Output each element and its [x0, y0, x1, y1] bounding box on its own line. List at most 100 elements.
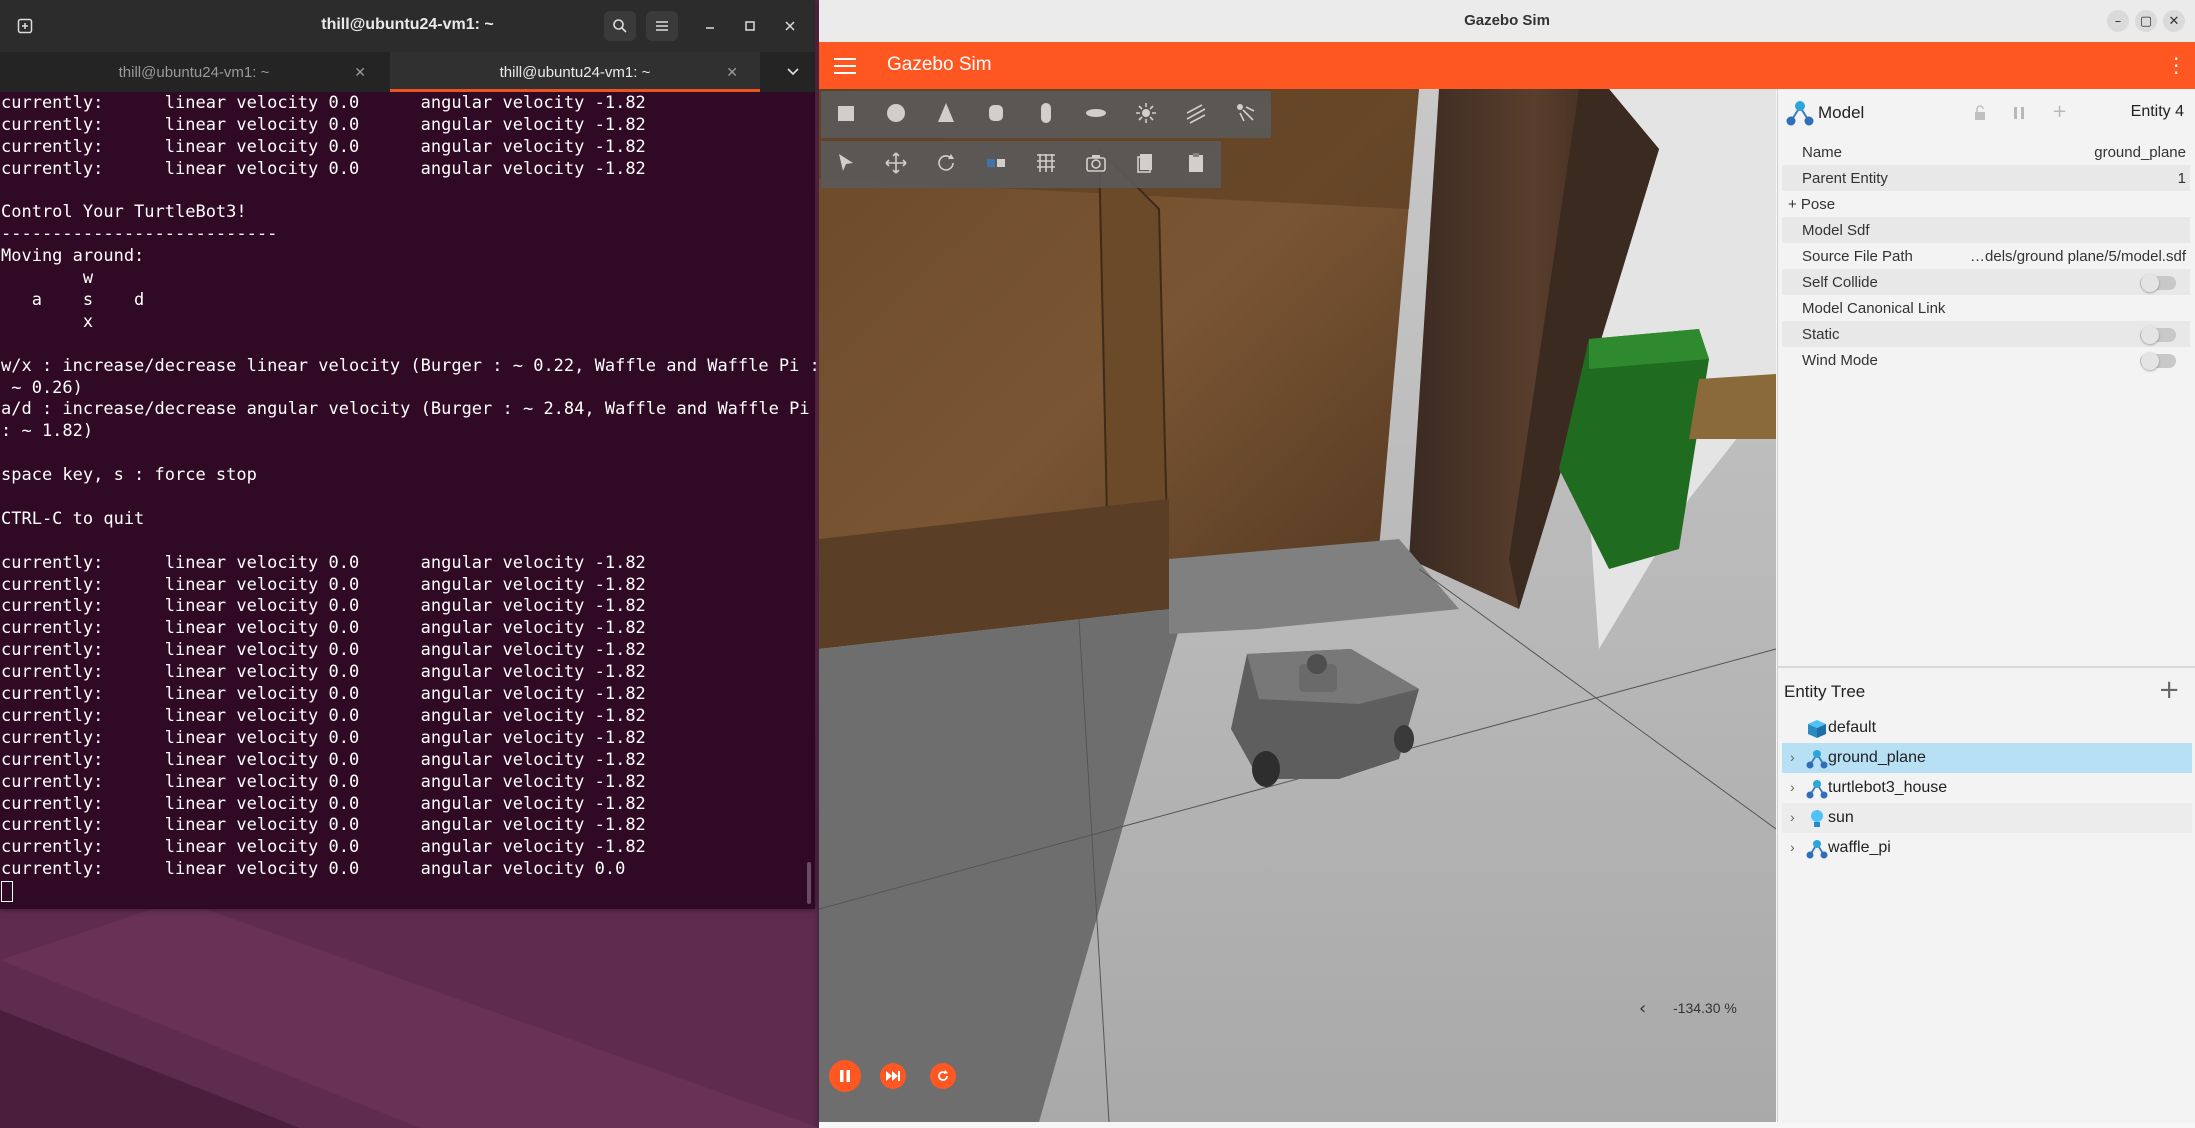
- rotate-button[interactable]: [921, 141, 971, 188]
- terminal-scrollbar[interactable]: [807, 862, 811, 904]
- screenshot-icon: [1084, 151, 1108, 179]
- property-key: Source File Path: [1802, 248, 1913, 265]
- terminal-line: currently: linear velocity 0.0 angular v…: [1, 158, 646, 179]
- property-row: Name ground_plane: [1782, 139, 2190, 165]
- add-icon[interactable]: +: [2052, 101, 2067, 122]
- gazebo-titlebar: Gazebo Sim – ▢ ✕: [819, 0, 2195, 43]
- tab-list-button[interactable]: [775, 52, 811, 92]
- search-button[interactable]: [604, 11, 636, 41]
- close-icon: ✕: [2168, 13, 2180, 29]
- cone-button[interactable]: [921, 91, 971, 138]
- hamburger-menu-button[interactable]: [834, 55, 856, 77]
- terminal-line: currently: linear velocity 0.0 angular v…: [1, 793, 646, 814]
- terminal-line: currently: linear velocity 0.0 angular v…: [1, 552, 646, 573]
- entity-tree-item-ground-plane[interactable]: › ground_plane: [1782, 743, 2192, 773]
- translate-button[interactable]: [871, 141, 921, 188]
- property-key: Parent Entity: [1802, 170, 1888, 187]
- entity-tree-item-sun[interactable]: › sun: [1782, 803, 2192, 833]
- property-value: …dels/ground plane/5/model.sdf: [1970, 248, 2186, 265]
- capsule-button[interactable]: [1021, 91, 1071, 138]
- property-key: + Pose: [1788, 196, 1836, 213]
- gz-minimize-button[interactable]: –: [2107, 10, 2129, 32]
- tab-close-icon[interactable]: ✕: [726, 64, 738, 81]
- model-icon: [1786, 101, 1814, 126]
- kebab-menu-icon[interactable]: · · ·: [2173, 49, 2179, 83]
- chevron-right-icon[interactable]: ›: [1790, 839, 1795, 855]
- terminal-output[interactable]: currently: linear velocity 0.0 angular v…: [0, 93, 820, 903]
- spot-light-icon: [1234, 101, 1258, 129]
- snap-icon: [984, 151, 1008, 179]
- property-row: Model Canonical Link: [1782, 295, 2190, 321]
- snap-button[interactable]: [971, 141, 1021, 188]
- minimize-button[interactable]: [694, 11, 726, 41]
- property-value: 1: [2177, 170, 2186, 187]
- capsule-icon: [1034, 101, 1058, 129]
- sphere-button[interactable]: [871, 91, 921, 138]
- tab-close-icon[interactable]: ✕: [354, 64, 366, 81]
- terminal-tab-1[interactable]: thill@ubuntu24-vm1: ~ ✕: [0, 52, 388, 92]
- entity-tree-item-turtlebot3-house[interactable]: › turtlebot3_house: [1782, 773, 2192, 803]
- copy-button[interactable]: [1121, 141, 1171, 188]
- terminal-line: x: [1, 311, 94, 332]
- box-button[interactable]: [821, 91, 871, 138]
- property-toggle[interactable]: [2140, 326, 2176, 344]
- lock-icon[interactable]: [1972, 105, 1988, 121]
- close-button[interactable]: [774, 11, 806, 41]
- property-row[interactable]: + Pose: [1782, 191, 2190, 217]
- terminal-prompt-line: [1, 881, 801, 903]
- sphere-icon: [884, 101, 908, 129]
- desktop-wallpaper: [0, 900, 820, 1128]
- copy-icon: [1134, 151, 1158, 179]
- ellipsoid-icon: [1084, 101, 1108, 129]
- point-light-button[interactable]: [1121, 91, 1171, 138]
- panel-divider[interactable]: [1778, 666, 2195, 668]
- select-icon: [834, 151, 858, 179]
- screenshot-button[interactable]: [1071, 141, 1121, 188]
- terminal-line: currently: linear velocity 0.0 angular v…: [1, 815, 646, 836]
- property-toggle[interactable]: [2140, 274, 2176, 292]
- terminal-tab-2[interactable]: thill@ubuntu24-vm1: ~ ✕: [390, 52, 760, 92]
- entity-tree-label: turtlebot3_house: [1828, 779, 1948, 796]
- paste-button[interactable]: [1171, 141, 1221, 188]
- box-icon: [834, 101, 858, 129]
- terminal-window: thill@ubuntu24-vm1: ~ thill@ubuntu24-vm1…: [0, 0, 820, 909]
- ellipsoid-button[interactable]: [1071, 91, 1121, 138]
- property-row: Static: [1782, 321, 2190, 347]
- cylinder-button[interactable]: [971, 91, 1021, 138]
- terminal-line: Moving around:: [1, 246, 145, 267]
- terminal-line: space key, s : force stop: [1, 465, 257, 486]
- chevron-down-icon: [787, 68, 799, 76]
- directional-light-button[interactable]: [1171, 91, 1221, 138]
- step-button[interactable]: [880, 1063, 906, 1089]
- gz-maximize-button[interactable]: ▢: [2135, 10, 2157, 32]
- scene-3d-viewport[interactable]: [819, 89, 1776, 1122]
- terminal-line: ---------------------------: [1, 224, 278, 245]
- select-button[interactable]: [821, 141, 871, 188]
- entity-tree-label: ground_plane: [1828, 749, 1926, 766]
- pause-button[interactable]: [829, 1060, 861, 1092]
- terminal-line: CTRL-C to quit: [1, 508, 145, 529]
- grid-button[interactable]: [1021, 141, 1071, 188]
- component-title: Model: [1818, 103, 1865, 122]
- property-toggle[interactable]: [2140, 352, 2176, 370]
- reset-button[interactable]: [930, 1063, 956, 1089]
- add-entity-icon[interactable]: +: [2158, 675, 2180, 705]
- property-key: Model Canonical Link: [1802, 300, 1946, 317]
- chevron-right-icon[interactable]: ›: [1790, 779, 1795, 795]
- entity-tree-item-default[interactable]: default: [1782, 713, 2192, 743]
- terminal-line: currently: linear velocity 0.0 angular v…: [1, 93, 646, 113]
- menu-button[interactable]: [646, 11, 678, 41]
- terminal-line: w/x : increase/decrease linear velocity …: [1, 355, 820, 376]
- chevron-right-icon[interactable]: ›: [1790, 809, 1795, 825]
- gz-close-button[interactable]: ✕: [2163, 10, 2185, 32]
- property-key: Self Collide: [1802, 274, 1878, 291]
- entity-tree-item-waffle-pi[interactable]: › waffle_pi: [1782, 833, 2192, 863]
- terminal-cursor: [1, 881, 13, 903]
- maximize-button[interactable]: [734, 11, 766, 41]
- chevron-right-icon[interactable]: ›: [1790, 749, 1795, 765]
- pause-icon[interactable]: [2012, 106, 2026, 120]
- chevron-left-icon[interactable]: ‹: [1639, 998, 1646, 1019]
- spot-light-button[interactable]: [1221, 91, 1271, 138]
- rotate-icon: [934, 151, 958, 179]
